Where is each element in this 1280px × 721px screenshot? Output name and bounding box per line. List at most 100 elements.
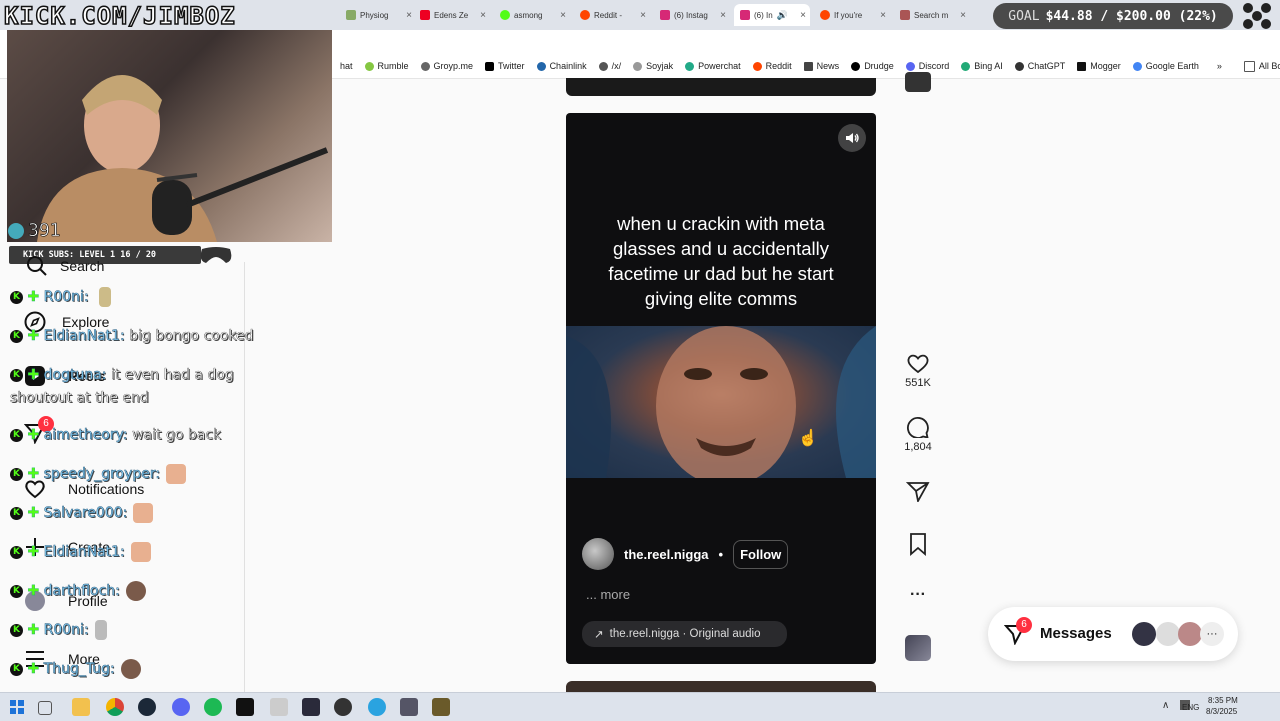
bookmark-label: Chainlink [549, 61, 587, 71]
viewer-count-value: 391 [28, 220, 61, 242]
chrome-icon[interactable] [106, 698, 124, 716]
tray-chevron-icon[interactable]: ∧ [1162, 700, 1169, 711]
all-bookmarks-button[interactable]: All Bookmarks [1243, 60, 1280, 72]
close-icon[interactable]: × [480, 10, 486, 21]
chat-username: Thug_Tug: [43, 661, 115, 678]
bookmark-item[interactable]: /x/ [598, 61, 621, 71]
language-indicator[interactable]: ENG [1182, 703, 1199, 712]
bookmark-item[interactable]: Bing AI [961, 61, 1003, 71]
kick-badge-icon: K [10, 290, 23, 304]
soyjak-icon [633, 61, 643, 71]
clock-date[interactable]: 8/3/2025 [1206, 707, 1237, 716]
bookmark-item[interactable]: Soyjak [633, 61, 673, 71]
bookmark-item[interactable]: Groyp.me [420, 61, 473, 71]
close-icon[interactable]: × [640, 10, 646, 21]
bookmark-item[interactable]: Chainlink [536, 61, 587, 71]
file-explorer-icon[interactable] [72, 698, 90, 716]
browser-tab[interactable]: (6) Instag × [654, 4, 730, 26]
heart-icon [907, 354, 929, 374]
previous-reel[interactable] [566, 78, 876, 96]
bookmark-item[interactable]: Drudge [851, 61, 894, 71]
bookmark-item[interactable]: Twitter [485, 61, 525, 71]
app-icon[interactable] [334, 698, 352, 716]
telegram-icon[interactable] [368, 698, 386, 716]
sub-badge-icon: ✚ [27, 544, 40, 560]
reel-video[interactable]: when u crackin with meta glasses and u a… [566, 113, 876, 664]
more-contacts-icon: ··· [1200, 622, 1224, 646]
reel-author: the.reel.nigga • Follow [582, 538, 789, 570]
bookmark-item[interactable]: News [803, 61, 840, 71]
bookmark-item[interactable]: Google Earth [1132, 61, 1199, 71]
sub-badge-icon: ✚ [27, 661, 40, 677]
close-icon[interactable]: × [406, 10, 412, 21]
app-icon[interactable] [432, 698, 450, 716]
bookmark-item[interactable]: ChatGPT [1014, 61, 1065, 71]
emote-icon [94, 620, 107, 640]
chat-username: EldianNat1: [43, 328, 125, 345]
tab-label: asmong [514, 10, 543, 20]
terminal-icon[interactable] [236, 698, 254, 716]
browser-tab-active[interactable]: (6) In 🔊 × [734, 4, 810, 26]
steam-icon[interactable] [138, 698, 156, 716]
save-button[interactable] [906, 532, 930, 559]
discord-icon[interactable] [172, 698, 190, 716]
bookmark-label: News [816, 61, 840, 71]
clock-time[interactable]: 8:35 PM [1208, 696, 1238, 705]
browser-tab[interactable]: Edens Ze × [414, 4, 490, 26]
tab-label: Search m [914, 10, 949, 20]
audio-thumbnail[interactable] [905, 635, 931, 661]
bookmark-item[interactable]: Powerchat [685, 61, 741, 71]
bookmark-label: Drudge [864, 61, 894, 71]
controller-icon [198, 245, 234, 265]
browser-tab[interactable]: Reddit - × [574, 4, 650, 26]
browser-tab[interactable]: If you're × [814, 4, 890, 26]
author-username[interactable]: the.reel.nigga [624, 547, 709, 562]
chat-message: K ✚ R00ni: [10, 619, 107, 641]
browser-tab[interactable]: Search m × [894, 4, 970, 26]
chat-message: K ✚ aimetheory: wait go back [10, 424, 221, 446]
bookmark-item[interactable]: Rumble [364, 61, 409, 71]
face-shape [566, 326, 876, 486]
chat-username: darthfloch: [43, 583, 120, 600]
news-icon [803, 61, 813, 71]
browser-tab[interactable]: Physiog × [340, 4, 416, 26]
emote-icon [120, 659, 141, 679]
share-button[interactable] [905, 480, 930, 505]
bookmark-item[interactable]: hat [340, 61, 353, 71]
close-icon[interactable]: × [880, 10, 886, 21]
adobe-icon[interactable] [302, 698, 320, 716]
browser-tab[interactable]: asmong × [494, 4, 570, 26]
comment-button[interactable]: 1,804 [904, 416, 932, 453]
volume-button[interactable] [838, 124, 866, 152]
chat-username: EldianNat1: [43, 544, 125, 561]
close-icon[interactable]: × [560, 10, 566, 21]
bookmark-label: Discord [918, 61, 950, 71]
mogger-icon [1077, 61, 1087, 71]
like-button[interactable]: 551K [905, 352, 931, 389]
goal-value: $44.88 / $200.00 (22%) [1045, 8, 1218, 24]
groyp-icon [420, 61, 430, 71]
task-view-icon[interactable] [38, 701, 52, 715]
tab-favicon [420, 10, 430, 20]
nav-search[interactable]: Search [26, 255, 104, 277]
bookmark-item[interactable]: Discord [905, 61, 950, 71]
caption-more-link[interactable]: ... more [586, 587, 630, 602]
bookmark-item[interactable]: Mogger [1077, 61, 1121, 71]
close-icon[interactable]: × [800, 10, 806, 21]
bookmarks-overflow-icon[interactable]: » [1217, 61, 1222, 71]
spotify-icon[interactable] [204, 698, 222, 716]
more-options-icon[interactable]: ··· [906, 586, 930, 604]
follow-button[interactable]: Follow [733, 539, 789, 569]
app-icon[interactable] [270, 698, 288, 716]
close-icon[interactable]: × [720, 10, 726, 21]
app-icon[interactable] [400, 698, 418, 716]
windows-start-icon[interactable] [8, 698, 26, 716]
messages-pill[interactable]: 6 Messages ··· [988, 607, 1238, 661]
tab-favicon [580, 10, 590, 20]
google-earth-icon [1132, 61, 1142, 71]
close-icon[interactable]: × [960, 10, 966, 21]
previous-audio-thumbnail[interactable] [905, 72, 931, 92]
author-avatar[interactable] [582, 538, 614, 570]
original-audio-link[interactable]: ↗ the.reel.nigga · Original audio [582, 621, 787, 647]
bookmark-item[interactable]: Reddit [752, 61, 792, 71]
